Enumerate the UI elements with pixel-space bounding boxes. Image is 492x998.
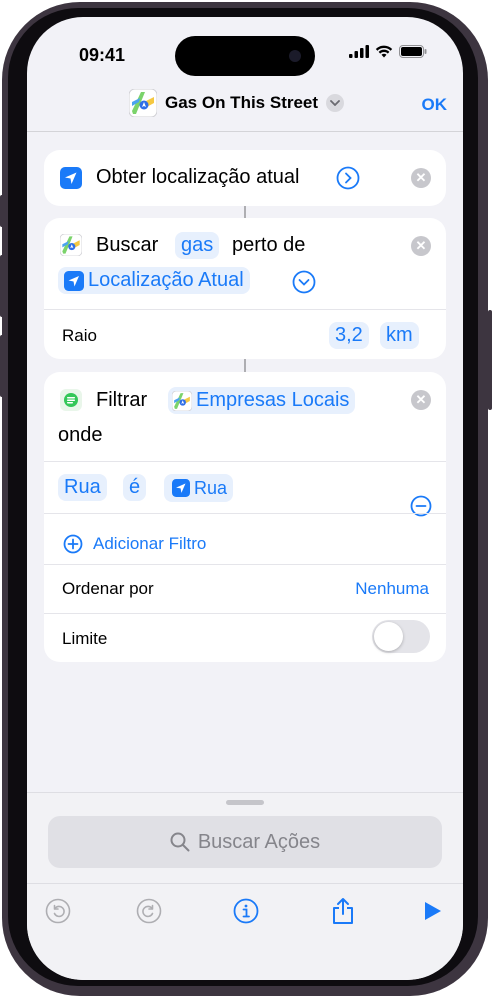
action-search-maps[interactable]: Buscar gas perto de ✕ Localização Atual … [44, 218, 446, 359]
actions-sheet: Buscar Ações [27, 792, 463, 980]
sort-label: Ordenar por [62, 579, 154, 598]
location-token-label: Localização Atual [88, 269, 244, 291]
filter-verb: Filtrar [96, 389, 148, 411]
status-icons [349, 45, 427, 58]
chevron-down-icon[interactable] [326, 94, 345, 112]
limit-toggle[interactable] [372, 620, 430, 653]
action-filter-businesses[interactable]: Filtrar Empresas Locais ✕ onde Rua é Rua… [44, 372, 446, 662]
limit-row: Limite [44, 614, 446, 662]
remove-action-icon[interactable]: ✕ [411, 390, 431, 410]
search-placeholder: Buscar Ações [197, 830, 321, 853]
volume-up-button [0, 255, 4, 317]
sheet-grabber[interactable] [226, 800, 264, 805]
filter-value-token[interactable]: Rua [164, 474, 234, 502]
row-divider [44, 461, 446, 462]
play-icon[interactable] [419, 898, 445, 924]
share-icon[interactable] [330, 898, 356, 924]
action-connector [244, 206, 246, 218]
location-arrow-icon [64, 271, 84, 291]
limit-label: Limite [62, 629, 108, 648]
maps-app-icon [129, 89, 157, 117]
near-label: perto de [232, 234, 306, 256]
action-connector [244, 359, 246, 372]
sort-value[interactable]: Nenhuma [355, 579, 429, 599]
search-verb: Buscar [96, 234, 159, 256]
search-actions-field[interactable]: Buscar Ações [48, 816, 442, 868]
screen: 09:41 Gas On This Street OK Obter locali… [27, 17, 463, 980]
wifi-icon [375, 45, 393, 58]
query-token[interactable]: gas [175, 232, 220, 259]
add-filter-label: Adicionar Filtro [93, 534, 207, 553]
source-token[interactable]: Empresas Locais [168, 387, 356, 414]
row-divider [44, 513, 446, 514]
side-button [488, 310, 492, 410]
filter-field-token[interactable]: Rua [58, 474, 107, 501]
location-arrow-icon [60, 167, 82, 189]
chevron-right-icon[interactable] [336, 166, 360, 190]
editor-toolbar [27, 883, 463, 934]
ok-button[interactable]: OK [422, 95, 448, 115]
where-label: onde [58, 424, 103, 446]
shortcut-title[interactable]: Gas On This Street [129, 89, 345, 117]
add-filter-button[interactable]: Adicionar Filtro [44, 524, 446, 564]
volume-down-button [0, 335, 4, 397]
remove-action-icon[interactable]: ✕ [411, 168, 431, 188]
toggle-knob [374, 622, 403, 651]
mute-switch [0, 195, 4, 227]
shortcut-name: Gas On This Street [165, 93, 319, 112]
radius-unit-token[interactable]: km [380, 322, 419, 349]
dynamic-island [175, 36, 315, 76]
undo-icon[interactable] [45, 898, 71, 924]
radius-value-token[interactable]: 3,2 [329, 322, 369, 349]
search-icon [170, 832, 190, 852]
expand-chevron-icon[interactable] [292, 270, 316, 294]
location-token[interactable]: Localização Atual [58, 267, 250, 294]
maps-icon [172, 391, 192, 411]
camera-icon [289, 50, 301, 62]
header-divider [27, 131, 463, 132]
battery-icon [399, 45, 427, 58]
maps-icon [60, 234, 82, 256]
sort-row[interactable]: Ordenar por Nenhuma [44, 565, 446, 613]
row-divider [44, 309, 446, 310]
signal-icon [349, 45, 369, 58]
header: Gas On This Street OK [27, 87, 463, 131]
action-get-current-location[interactable]: Obter localização atual ✕ [44, 150, 446, 206]
status-time: 09:41 [79, 45, 126, 65]
source-token-label: Empresas Locais [196, 389, 350, 411]
filter-operator-token[interactable]: é [123, 474, 147, 501]
filter-value-label: Rua [194, 478, 228, 498]
location-arrow-icon [172, 479, 190, 497]
redo-icon[interactable] [136, 898, 162, 924]
plus-circle-icon [63, 534, 83, 554]
remove-action-icon[interactable]: ✕ [411, 236, 431, 256]
action-label: Obter localização atual [96, 166, 300, 188]
info-icon[interactable] [233, 898, 259, 924]
filter-list-icon [60, 389, 82, 411]
radius-label: Raio [62, 326, 97, 345]
